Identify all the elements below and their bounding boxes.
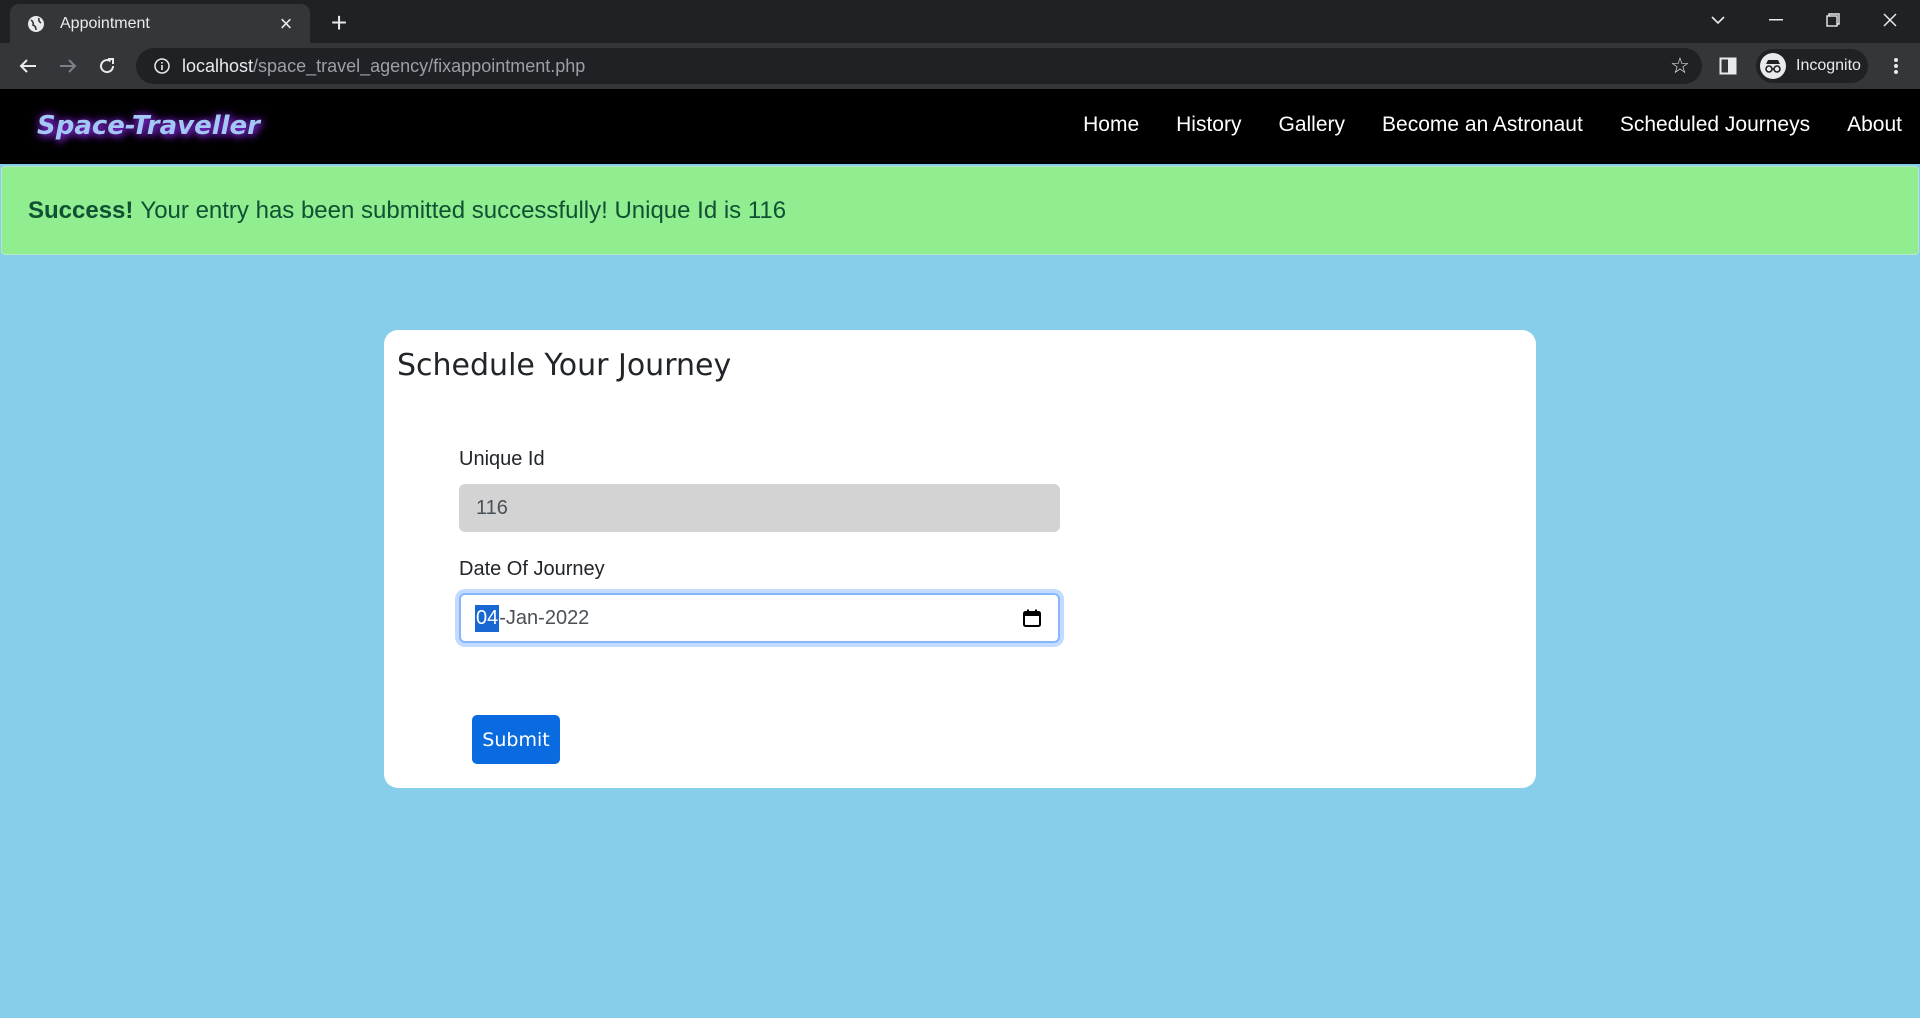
new-tab-button[interactable]: + [324,8,354,38]
alert-message: Your entry has been submitted successful… [140,196,787,224]
back-arrow-icon[interactable] [12,50,44,82]
close-tab-icon[interactable]: × [274,11,298,36]
unique-id-label: Unique Id [459,448,545,470]
minimize-button[interactable] [1748,0,1804,40]
alert-strong-text: Success! [28,196,134,224]
nav-link-scheduled-journeys[interactable]: Scheduled Journeys [1620,113,1810,137]
nav-link-gallery[interactable]: Gallery [1278,113,1345,137]
date-of-journey-label: Date Of Journey [459,558,605,580]
unique-id-input: 116 [459,484,1060,532]
restore-button[interactable] [1805,0,1861,40]
browser-tab[interactable]: Appointment × [10,4,310,43]
url-host: localhost [182,55,254,76]
site-info-icon[interactable] [142,58,182,74]
site-navbar: Space-Traveller Home History Gallery Bec… [0,89,1920,164]
nav-link-history[interactable]: History [1176,113,1241,137]
kebab-menu-icon[interactable] [1880,50,1912,82]
globe-icon [26,14,46,34]
nav-link-about[interactable]: About [1847,113,1902,137]
calendar-icon[interactable] [1022,608,1042,628]
date-of-journey-input[interactable]: 04 -Jan-2022 [459,593,1060,643]
bookmark-star-icon[interactable]: ☆ [1668,54,1692,78]
browser-toolbar: localhost/space_travel_agency/fixappoint… [0,43,1920,89]
side-panel-icon[interactable] [1712,50,1744,82]
incognito-icon [1760,53,1786,79]
tab-title: Appointment [60,14,150,32]
site-brand-logo[interactable]: Space-Traveller [37,111,260,141]
submit-button[interactable]: Submit [472,715,560,764]
schedule-journey-card: Schedule Your Journey Unique Id 116 Date… [384,330,1536,788]
nav-link-home[interactable]: Home [1083,113,1139,137]
url-path: /space_travel_agency/fixappointment.php [253,55,586,76]
url-text: localhost/space_travel_agency/fixappoint… [182,56,585,77]
forward-arrow-icon[interactable] [52,50,84,82]
tab-search-icon[interactable] [1690,0,1746,40]
success-alert: Success! Your entry has been submitted s… [1,166,1919,255]
nav-link-become-astronaut[interactable]: Become an Astronaut [1382,113,1583,137]
incognito-profile-button[interactable]: Incognito [1756,49,1868,83]
incognito-label: Incognito [1796,57,1861,74]
nav-links: Home History Gallery Become an Astronaut… [1046,113,1902,137]
reload-icon[interactable] [91,50,123,82]
browser-tab-bar: Appointment × + [0,0,1920,43]
card-title: Schedule Your Journey [397,348,732,383]
date-day-segment[interactable]: 04 [475,604,500,632]
close-window-button[interactable] [1862,0,1918,40]
date-month-year-segment[interactable]: -Jan-2022 [499,607,589,630]
address-bar[interactable]: localhost/space_travel_agency/fixappoint… [136,48,1702,84]
